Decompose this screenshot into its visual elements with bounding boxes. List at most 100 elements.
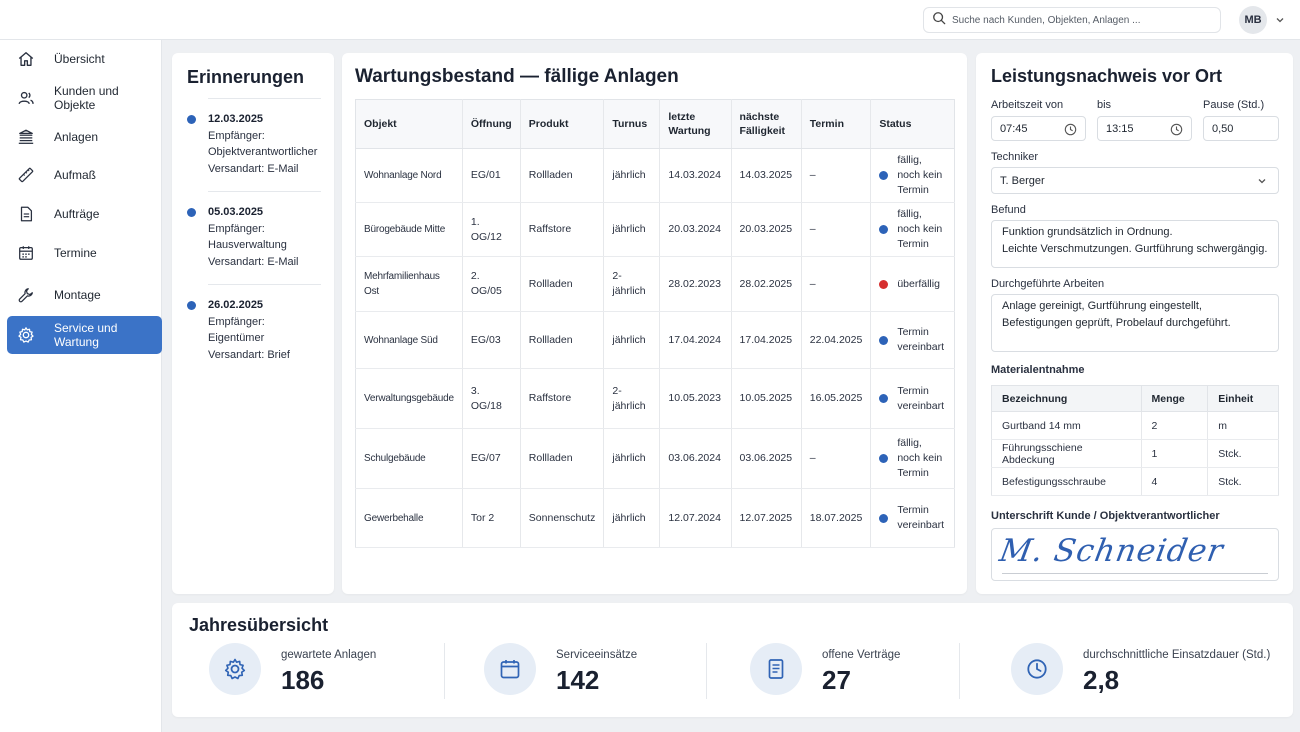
table-row[interactable]: Mehrfamilienhaus Ost 2. OG/05 Rollladen 2-j… [355,256,955,312]
cell-status[interactable]: Termin vereinbart [870,488,955,548]
column-header[interactable]: Objekt [355,99,463,149]
signature-pad[interactable]: M. Schneider [991,528,1279,581]
cell-product[interactable]: Rollladen [520,148,605,203]
worktime-from-field[interactable]: 07:45 [991,116,1086,141]
cell-next-due[interactable]: 12.07.2025 [731,488,802,548]
table-row[interactable]: Wohnanlage Nord EG/01 Rollladen jährlich 14.… [355,148,955,203]
cell-object[interactable]: Bürogebäude Mitte [355,202,463,257]
cell-appointment[interactable]: – [801,256,872,312]
column-header[interactable]: Turnus [603,99,661,149]
clock-icon[interactable] [1170,123,1183,136]
cell-object[interactable]: Gewerbehalle [355,488,463,548]
cell-interval[interactable]: 2-jährlich [603,368,661,429]
technician-select[interactable]: T. Berger [991,167,1279,194]
material-qty[interactable]: 4 [1141,467,1209,496]
table-row[interactable]: Verwaltungsgebäude 3. OG/18 Raffstore 2-jäh… [355,368,955,429]
material-unit[interactable]: m [1207,411,1279,440]
cell-opening[interactable]: EG/01 [462,148,521,203]
cell-status[interactable]: Termin vereinbart [870,368,955,429]
column-header[interactable]: nächste Fälligkeit [731,99,802,149]
cell-next-due[interactable]: 17.04.2025 [731,311,802,369]
work-textarea[interactable]: Anlage gereinigt, Gurtführung eingestell… [991,294,1279,352]
cell-next-due[interactable]: 14.03.2025 [731,148,802,203]
sidebar-item-montage[interactable]: Montage [7,276,162,314]
sidebar-item-termine[interactable]: Termine [7,234,162,272]
cell-interval[interactable]: 2-jährlich [603,256,661,312]
sidebar-item-anlagen[interactable]: Anlagen [7,118,162,156]
cell-product[interactable]: Raffstore [520,368,605,429]
search-input[interactable] [952,14,1212,26]
cell-opening[interactable]: EG/03 [462,311,521,369]
cell-product[interactable]: Raffstore [520,202,605,257]
cell-object[interactable]: Mehrfamilienhaus Ost [355,256,463,312]
cell-appointment[interactable]: 18.07.2025 [801,488,872,548]
cell-appointment[interactable]: – [801,148,872,203]
material-name[interactable]: Befestigungsschraube [991,467,1142,496]
material-unit[interactable]: Stck. [1207,439,1279,468]
material-name[interactable]: Führungsschiene Abdeckung [991,439,1142,468]
table-row[interactable]: Schulgebäude EG/07 Rollladen jährlich 03.06.… [355,428,955,489]
cell-appointment[interactable]: 22.04.2025 [801,311,872,369]
chevron-down-icon[interactable] [1273,13,1287,27]
sidebar-item-kunden[interactable]: Kunden und Objekte [7,79,162,117]
cell-opening[interactable]: EG/07 [462,428,521,489]
avatar[interactable]: MB [1239,6,1267,34]
cell-next-due[interactable]: 20.03.2025 [731,202,802,257]
cell-interval[interactable]: jährlich [603,488,661,548]
cell-last-service[interactable]: 10.05.2023 [659,368,732,429]
cell-object[interactable]: Wohnanlage Nord [355,148,463,203]
cell-product[interactable]: Rollladen [520,311,605,369]
cell-product[interactable]: Rollladen [520,428,605,489]
cell-object[interactable]: Schulgebäude [355,428,463,489]
search-box[interactable] [923,7,1221,33]
cell-interval[interactable]: jährlich [603,202,661,257]
table-row[interactable]: Gurtband 14 mm 2 m [991,411,1279,440]
material-name[interactable]: Gurtband 14 mm [991,411,1142,440]
sidebar-item-aufmass[interactable]: Aufmaß [7,156,162,194]
sidebar-item-uebersicht[interactable]: Übersicht [7,40,162,78]
table-row[interactable]: Wohnanlage Süd EG/03 Rollladen jährlich 17.0… [355,311,955,369]
table-row[interactable]: Gewerbehalle Tor 2 Sonnenschutz jährlich 12.… [355,488,955,548]
cell-appointment[interactable]: 16.05.2025 [801,368,872,429]
column-header[interactable]: Produkt [520,99,605,149]
material-qty[interactable]: 2 [1141,411,1209,440]
cell-opening[interactable]: 2. OG/05 [462,256,521,312]
cell-opening[interactable]: Tor 2 [462,488,521,548]
sidebar-item-service[interactable]: Service und Wartung [7,316,162,354]
column-header[interactable]: Status [870,99,955,149]
material-qty[interactable]: 1 [1141,439,1209,468]
worktime-to-field[interactable]: 13:15 [1097,116,1192,141]
material-unit[interactable]: Stck. [1207,467,1279,496]
table-row[interactable]: Führungsschiene Abdeckung 1 Stck. [991,439,1279,468]
column-header[interactable]: letzte Wartung [659,99,732,149]
table-row[interactable]: Befestigungsschraube 4 Stck. [991,467,1279,496]
cell-interval[interactable]: jährlich [603,148,661,203]
finding-textarea[interactable]: Funktion grundsätzlich in Ordnung. Leich… [991,220,1279,268]
cell-next-due[interactable]: 03.06.2025 [731,428,802,489]
cell-opening[interactable]: 1. OG/12 [462,202,521,257]
chevron-down-icon[interactable] [1256,175,1268,190]
cell-status[interactable]: Termin vereinbart [870,311,955,369]
cell-last-service[interactable]: 03.06.2024 [659,428,732,489]
cell-appointment[interactable]: – [801,428,872,489]
pause-field[interactable]: 0,50 [1203,116,1279,141]
column-header[interactable]: Termin [801,99,872,149]
cell-object[interactable]: Wohnanlage Süd [355,311,463,369]
cell-appointment[interactable]: – [801,202,872,257]
cell-last-service[interactable]: 12.07.2024 [659,488,732,548]
cell-status[interactable]: überfällig [870,256,955,312]
cell-product[interactable]: Rollladen [520,256,605,312]
cell-product[interactable]: Sonnenschutz [520,488,605,548]
cell-object[interactable]: Verwaltungsgebäude [355,368,463,429]
cell-last-service[interactable]: 14.03.2024 [659,148,732,203]
cell-opening[interactable]: 3. OG/18 [462,368,521,429]
cell-next-due[interactable]: 10.05.2025 [731,368,802,429]
table-row[interactable]: Bürogebäude Mitte 1. OG/12 Raffstore jährli… [355,202,955,257]
clock-icon[interactable] [1064,123,1077,136]
sidebar-item-auftraege[interactable]: Aufträge [7,195,162,233]
cell-status[interactable]: fällig, noch kein Termin [870,202,955,257]
cell-status[interactable]: fällig, noch kein Termin [870,148,955,203]
cell-last-service[interactable]: 28.02.2023 [659,256,732,312]
cell-status[interactable]: fällig, noch kein Termin [870,428,955,489]
cell-last-service[interactable]: 20.03.2024 [659,202,732,257]
